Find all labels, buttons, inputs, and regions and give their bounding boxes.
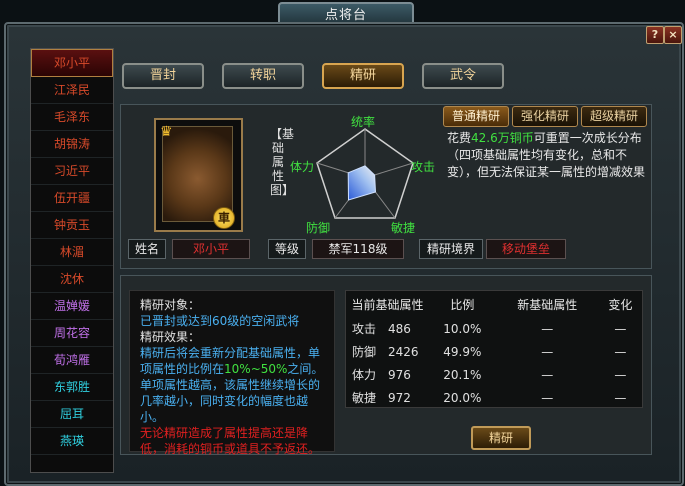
general-item[interactable]: 习近平 xyxy=(31,158,113,185)
attr-new: — xyxy=(541,344,554,359)
desc-prefix: 花费 xyxy=(447,131,472,145)
effect-text: 精研后将会重新分配基础属性，单项属性的比例在10%~50%之间。单项属性越高，该… xyxy=(140,345,324,425)
attr-ratio: 10.0% xyxy=(443,321,482,336)
attr-value: 2426 xyxy=(388,344,419,359)
general-item[interactable]: 屈耳 xyxy=(31,401,113,428)
attr-change: — xyxy=(614,367,627,382)
table-row: 敏捷 972 20.0% — — xyxy=(346,386,642,409)
level-label: 等级 xyxy=(268,239,306,259)
realm-value: 移动堡垒 xyxy=(486,239,566,259)
refine-warning: 无论精研造成了属性提高还是降低，消耗的铜币或道具不予返还。 xyxy=(140,426,321,456)
header-ratio: 比例 xyxy=(450,297,475,312)
close-button[interactable]: × xyxy=(664,26,682,44)
refine-description: 花费42.6万铜币可重置一次成长分布（四项基础属性均有变化，总和不变），但无法保… xyxy=(443,127,649,207)
attr-name: 体力 xyxy=(352,368,377,382)
general-item[interactable]: 江泽民 xyxy=(31,77,113,104)
crown-icon: ♛ xyxy=(160,124,173,140)
attr-name: 敏捷 xyxy=(352,391,377,405)
order-button[interactable]: 武令 xyxy=(422,63,504,89)
radar-label-agility: 敏捷 xyxy=(391,221,416,235)
refine-effect-box: 精研对象： 已晋封或达到60级的空闲武将 精研效果： 精研后将会重新分配基础属性… xyxy=(129,290,335,456)
radar-shape xyxy=(347,165,377,201)
radar-title: 【基础属性图】 xyxy=(270,127,295,197)
name-label: 姓名 xyxy=(128,239,166,259)
attr-ratio: 49.9% xyxy=(443,344,482,359)
attr-ratio: 20.0% xyxy=(443,390,482,405)
general-item[interactable]: 东郭胜 xyxy=(31,374,113,401)
desc-cost: 42.6万铜币 xyxy=(471,131,534,145)
target-text: 已晋封或达到60级的空闲武将 xyxy=(140,314,300,328)
attr-new: — xyxy=(541,367,554,382)
general-item[interactable]: 沈休 xyxy=(31,266,113,293)
realm-label: 精研境界 xyxy=(419,239,483,259)
attr-value: 486 xyxy=(388,321,411,336)
general-item[interactable]: 燕瑛 xyxy=(31,428,113,455)
general-item[interactable]: 胡锦涛 xyxy=(31,131,113,158)
level-value: 禁军118级 xyxy=(312,239,404,259)
attr-change: — xyxy=(614,321,627,336)
general-list: 邓小平 江泽民 毛泽东 胡锦涛 习近平 伍开疆 钟贡玉 林湄 沈休 温婵媛 周花容 荀鸿雁 东郭胜 屈耳燕… xyxy=(30,48,114,473)
target-title: 精研对象： xyxy=(140,298,201,312)
general-item[interactable]: 周花容 xyxy=(31,320,113,347)
attr-value: 976 xyxy=(388,367,411,382)
effect-title: 精研效果： xyxy=(140,330,201,344)
general-item[interactable]: 温婵媛 xyxy=(31,293,113,320)
attr-new: — xyxy=(541,321,554,336)
attr-name: 攻击 xyxy=(352,322,377,336)
attr-change: — xyxy=(614,344,627,359)
general-item[interactable]: 邓小平 xyxy=(31,49,113,77)
promote-button[interactable]: 晋封 xyxy=(122,63,204,89)
general-item[interactable]: 伍开疆 xyxy=(31,185,113,212)
help-button[interactable]: ? xyxy=(646,26,664,44)
general-item[interactable]: 毛泽东 xyxy=(31,104,113,131)
change-class-button[interactable]: 转职 xyxy=(222,63,304,89)
table-row: 防御 2426 49.9% — — xyxy=(346,340,642,363)
refine-tab-button[interactable]: 精研 xyxy=(322,63,404,89)
radar-label-stamina: 体力 xyxy=(290,160,315,174)
header-new: 新基础属性 xyxy=(517,297,578,312)
tab-enhanced-refine[interactable]: 强化精研 xyxy=(512,106,578,127)
chariot-badge-icon: 車 xyxy=(213,207,235,229)
general-item[interactable]: 钟贡玉 xyxy=(31,212,113,239)
attr-value: 972 xyxy=(388,390,411,405)
effect-range: 10%~50% xyxy=(224,362,288,376)
name-value: 邓小平 xyxy=(172,239,250,259)
radar-label-defense: 防御 xyxy=(306,221,331,235)
general-item[interactable]: 荀鸿雁 xyxy=(31,347,113,374)
table-row: 体力 976 20.1% — — xyxy=(346,363,642,386)
radar-label-attack: 攻击 xyxy=(411,160,436,174)
attr-new: — xyxy=(541,390,554,405)
attribute-table: 当前基础属性 比例 新基础属性 变化 攻击 486 10.0% — — 防御 2426 49.… xyxy=(345,290,643,408)
attr-change: — xyxy=(614,390,627,405)
tab-super-refine[interactable]: 超级精研 xyxy=(581,106,647,127)
table-row: 攻击 486 10.0% — — xyxy=(346,317,642,340)
attr-ratio: 20.1% xyxy=(443,367,482,382)
general-item[interactable]: 林湄 xyxy=(31,239,113,266)
header-change: 变化 xyxy=(608,297,633,312)
refine-button[interactable]: 精研 xyxy=(471,426,531,450)
attr-name: 防御 xyxy=(352,345,377,359)
tab-normal-refine[interactable]: 普通精研 xyxy=(443,106,509,127)
radar-label-command: 统率 xyxy=(351,115,376,129)
header-current: 当前基础属性 xyxy=(351,297,424,312)
